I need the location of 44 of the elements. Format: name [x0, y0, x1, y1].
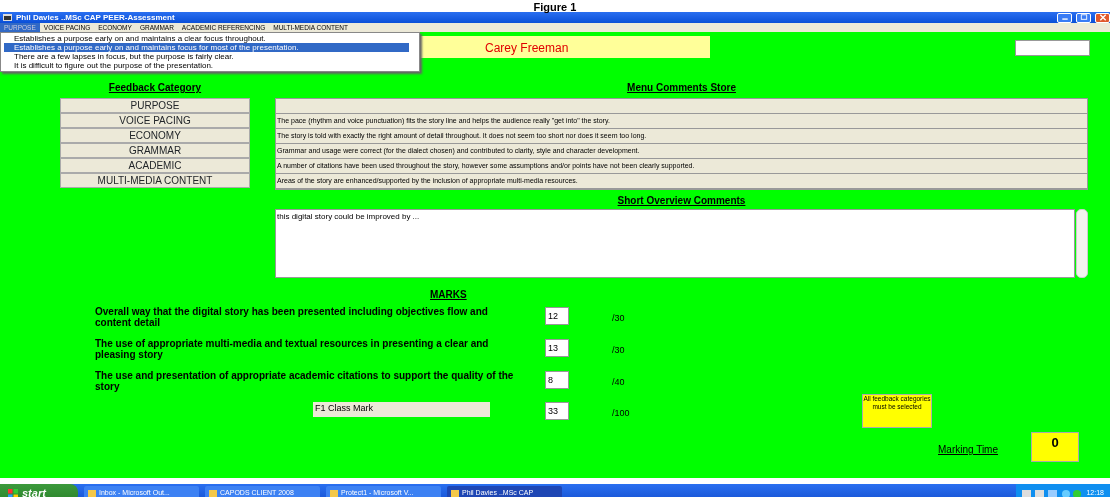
window-icon — [330, 490, 338, 497]
window-icon — [88, 490, 96, 497]
dropdown-item[interactable]: It is difficult to figure out the purpose of the presentation. — [1, 61, 419, 70]
class-mark-label: F1 Class Mark — [313, 402, 490, 417]
mark-field[interactable]: 13 — [545, 339, 569, 357]
mark-field[interactable]: 12 — [545, 307, 569, 325]
mark-total: /40 — [612, 376, 625, 389]
criterion-label: Overall way that the digital story has been presented including objectives flow and content detail — [95, 307, 489, 328]
marking-time-link[interactable]: Marking Time — [938, 442, 998, 462]
category-button[interactable]: ECONOMY — [60, 128, 250, 143]
section-heading: MARKS — [430, 289, 467, 300]
mark-total: /100 — [612, 407, 631, 420]
window-title: Phil Davies ..MSc CAP PEER-Assessment — [16, 11, 175, 24]
app-icon — [3, 14, 12, 21]
criterion-label: The use and presentation of appropriate academic citations to support the quality of the story — [95, 371, 515, 392]
section-heading: Short Overview Comments — [616, 195, 747, 207]
category-button[interactable]: ACADEMIC — [60, 158, 250, 173]
close-button[interactable] — [1095, 12, 1110, 23]
category-button[interactable]: VOICE PACING — [60, 113, 250, 128]
start-button[interactable]: start — [0, 484, 78, 497]
mark-field[interactable]: 33 — [545, 402, 569, 420]
mark-field[interactable]: 8 — [545, 371, 569, 389]
mark-total: /30 — [612, 312, 625, 325]
category-button[interactable]: PURPOSE — [60, 98, 250, 113]
section-heading: Menu Comments Store — [626, 82, 737, 94]
criterion-label: The use of appropriate multi-media and textual resources in presenting a clear and pleasing story — [95, 339, 490, 360]
figure-title: Figure 1 — [533, 1, 577, 13]
dropdown-item[interactable]: Establishes a purpose early on and maintains focus for most of the presentation. — [4, 43, 409, 52]
tray-icons[interactable] — [1022, 488, 1083, 497]
minimize-button[interactable] — [1057, 12, 1072, 23]
start-label: start — [22, 486, 46, 497]
marking-time-value: 0 — [1031, 432, 1079, 462]
section-heading: Feedback Category — [107, 82, 203, 94]
scrollbar[interactable] — [1076, 209, 1088, 278]
comments-field[interactable]: this digital story could be improved by ... — [275, 209, 1075, 278]
windows-logo-icon — [8, 488, 18, 497]
window-icon — [209, 490, 217, 497]
mark-total: /30 — [612, 344, 625, 357]
category-button[interactable]: MULTI-MEDIA CONTENT — [60, 173, 250, 188]
window-icon — [451, 490, 459, 497]
restore-button[interactable] — [1076, 12, 1091, 23]
text-field[interactable] — [1015, 40, 1090, 56]
comments-list[interactable] — [275, 98, 1088, 190]
category-button[interactable]: GRAMMAR — [60, 143, 250, 158]
